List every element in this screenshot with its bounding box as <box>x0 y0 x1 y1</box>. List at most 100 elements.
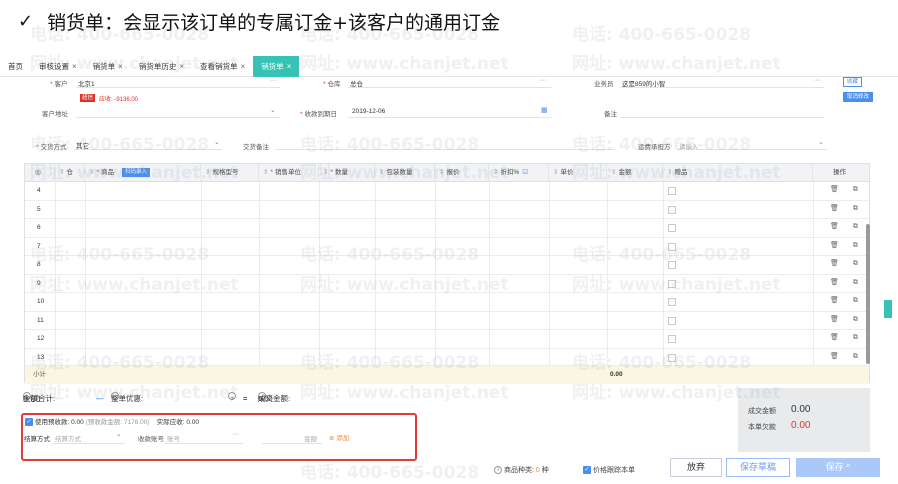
table-row[interactable]: 7 🗑 ⧉ <box>25 238 869 256</box>
save-draft-button[interactable]: 保存草稿 <box>726 458 790 477</box>
more-icon[interactable]: ··· <box>270 77 277 84</box>
account-field[interactable]: 账号 <box>167 433 180 443</box>
close-icon[interactable]: × <box>287 56 292 77</box>
salesperson-label: 业务员 <box>594 81 614 88</box>
watermark: 电话: 400-665-0028 <box>300 135 480 155</box>
advance-hint: (预收款金额: 7176.00) <box>85 419 150 426</box>
settle-method-select[interactable]: 结算方式 <box>55 433 81 443</box>
table-row[interactable]: 5 🗑 ⧉ <box>25 201 869 219</box>
amount-field[interactable]: 金额 <box>304 433 317 443</box>
add-payment-button[interactable]: ⊕ 添加 <box>329 432 349 442</box>
table-row[interactable]: 9 🗑 ⧉ <box>25 275 869 293</box>
gift-checkbox[interactable] <box>668 298 676 306</box>
gift-checkbox[interactable] <box>668 224 676 232</box>
gift-checkbox[interactable] <box>668 335 676 343</box>
row-actions[interactable]: 🗑 ⧉ <box>830 185 864 194</box>
row-actions[interactable]: 🗑 ⧉ <box>830 204 864 213</box>
chevron-down-icon[interactable]: ⌄ <box>270 106 276 114</box>
col-discount[interactable]: ⇕ 折扣% ☑ <box>489 164 549 182</box>
col-price[interactable]: ⇕ 单价 <box>549 164 607 182</box>
row-actions[interactable]: 🗑 ⧉ <box>830 222 864 231</box>
settlement-line: 结算方式 <box>24 433 50 443</box>
delivery-remark-field[interactable] <box>275 149 615 150</box>
row-actions[interactable]: 🗑 ⧉ <box>830 333 864 342</box>
column-settings-icon[interactable]: ◎ <box>25 164 55 182</box>
gift-checkbox[interactable] <box>668 242 676 251</box>
side-drawer-tab[interactable] <box>884 300 892 318</box>
product-kinds: i 商品种类: 0 种 <box>494 465 549 475</box>
gift-checkbox[interactable] <box>668 279 676 288</box>
totals-panel: 成交金额 0.00 本单欠款 0.00 <box>738 388 870 452</box>
due-date-field[interactable]: 2019-12-06 <box>352 108 385 115</box>
favorite-button[interactable]: 收藏 <box>843 77 863 87</box>
more-icon[interactable]: ··· <box>540 77 547 84</box>
remark-field[interactable] <box>620 117 824 118</box>
scan-entry-button[interactable]: 扫码录入 <box>121 167 150 177</box>
price-follow-checkbox[interactable]: ✓ <box>583 466 591 475</box>
col-amount[interactable]: ⇕ 金额 <box>607 164 663 182</box>
use-advance-checkbox[interactable]: ✓ <box>25 418 33 427</box>
close-icon[interactable]: × <box>118 56 123 77</box>
edit-icon[interactable]: ☑ <box>522 169 528 176</box>
row-actions[interactable]: 🗑 ⧉ <box>830 296 864 305</box>
gift-checkbox[interactable] <box>668 205 676 214</box>
table-row[interactable]: 11 🗑 ⧉ <box>25 312 869 330</box>
tab-view-sales-order[interactable]: 查看销货单 × <box>192 56 253 77</box>
table-row[interactable]: 12 🗑 ⧉ <box>25 330 869 349</box>
row-actions[interactable]: 🗑 ⧉ <box>830 278 864 287</box>
customer-label: * 客户 <box>50 81 68 88</box>
save-button[interactable]: 保存 ^ <box>796 458 880 477</box>
col-product[interactable]: ⇕ * 商品 扫码录入 <box>85 164 201 182</box>
price-follow-option[interactable]: ✓ 价格跟踪本单 <box>583 465 635 475</box>
more-icon[interactable]: ··· <box>232 431 239 438</box>
col-gift[interactable]: ⇕ 赠品 <box>663 164 813 182</box>
col-unit[interactable]: ⇕ * 销售单位 <box>259 164 319 182</box>
vertical-scrollbar[interactable] <box>866 224 870 364</box>
deal-total-value: 0.00 <box>791 404 811 415</box>
chevron-down-icon[interactable]: ⌄ <box>116 430 122 438</box>
gift-checkbox[interactable] <box>668 187 676 195</box>
table-row[interactable]: 4 🗑 ⧉ <box>25 182 869 201</box>
cancel-edit-button[interactable]: 取消修改 <box>843 92 874 102</box>
col-quote[interactable]: ⇕ 报价 <box>435 164 489 182</box>
gift-checkbox[interactable] <box>668 353 676 362</box>
close-icon[interactable]: × <box>241 56 246 77</box>
tab-sales-order[interactable]: 销货单 × <box>85 56 131 77</box>
close-icon[interactable]: × <box>72 56 77 77</box>
footer-bar: i 商品种类: 0 种 ✓ 价格跟踪本单 放弃 保存草稿 保存 ^ <box>0 456 898 484</box>
more-icon[interactable]: ··· <box>813 77 820 84</box>
close-icon[interactable]: × <box>179 56 184 77</box>
col-spec[interactable]: ⇕ 规格型号 <box>201 164 259 182</box>
subtotal-row: 小计 0.00 <box>25 366 869 384</box>
grid-header: ◎ ⇕ 仓 ⇕ * 商品 扫码录入 ⇕ 规格型号 ⇕ * 销售单位 ⇕ * 数量 ⇕ 包装数量 ⇕ 报… <box>25 164 869 182</box>
gift-checkbox[interactable] <box>668 261 676 269</box>
row-actions[interactable]: 🗑 ⧉ <box>830 241 864 250</box>
account-label: 收款账号 <box>138 436 164 443</box>
owed-label: 本单欠款 <box>748 424 776 431</box>
tab-sales-order-active[interactable]: 销货单 × <box>253 55 300 77</box>
discard-button[interactable]: 放弃 <box>670 458 722 477</box>
check-icon: ✓ <box>18 10 34 32</box>
row-actions[interactable]: 🗑 ⧉ <box>830 352 864 361</box>
table-row[interactable]: 13 🗑 ⧉ <box>25 349 869 366</box>
table-row[interactable]: 6 🗑 ⧉ <box>25 219 869 238</box>
calendar-icon[interactable]: ▦ <box>541 106 548 114</box>
tab-audit-settings[interactable]: 审核设置 × <box>31 56 85 77</box>
row-actions[interactable]: 🗑 ⧉ <box>830 259 864 268</box>
chevron-down-icon[interactable]: ⌄ <box>818 138 824 146</box>
col-pack-qty[interactable]: ⇕ 包装数量 <box>375 164 435 182</box>
gift-checkbox[interactable] <box>668 316 676 325</box>
col-qty[interactable]: ⇕ * 数量 <box>319 164 375 182</box>
product-grid: ◎ ⇕ 仓 ⇕ * 商品 扫码录入 ⇕ 规格型号 ⇕ * 销售单位 ⇕ * 数量 ⇕ 包装数量 ⇕ 报… <box>24 163 870 384</box>
chevron-down-icon[interactable]: ⌄ <box>214 138 220 146</box>
customer-address-field[interactable] <box>76 117 280 118</box>
tab-home[interactable]: 首页 <box>0 56 31 77</box>
row-actions[interactable]: 🗑 ⧉ <box>830 315 864 324</box>
watermark: 电话: 400-665-0028 <box>572 25 752 45</box>
minus-icon: — <box>96 394 104 403</box>
trade-method-label: * 交货方式 <box>36 144 67 151</box>
table-row[interactable]: 10 🗑 ⧉ <box>25 293 869 312</box>
table-row[interactable]: 8 🗑 ⧉ <box>25 256 869 275</box>
col-warehouse[interactable]: ⇕ 仓 <box>55 164 85 182</box>
tab-sales-history[interactable]: 销货单历史 × <box>131 56 192 77</box>
